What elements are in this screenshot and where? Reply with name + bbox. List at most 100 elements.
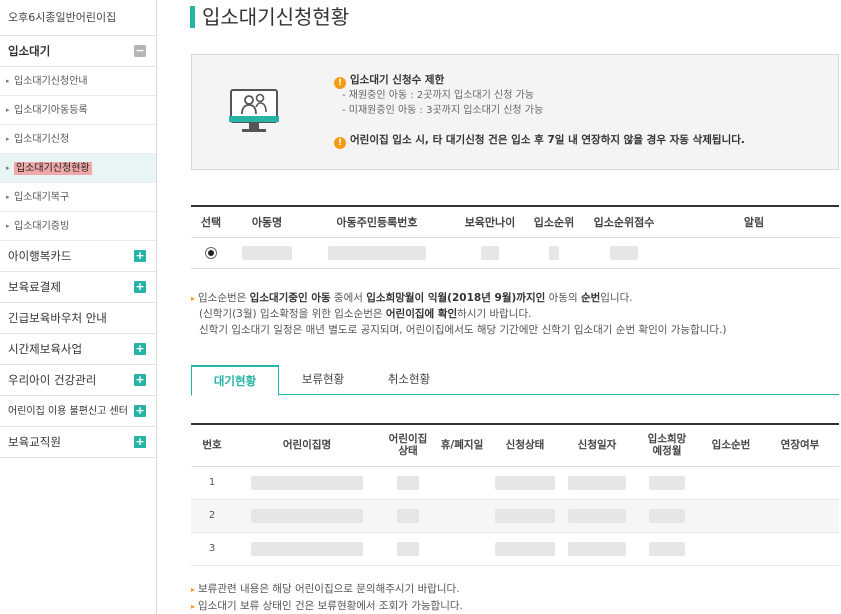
- row-number: 3: [191, 532, 233, 566]
- sidebar-section-label: 입소대기: [8, 44, 51, 58]
- col-header: 아동주민등록번호: [303, 206, 451, 238]
- expand-icon[interactable]: +: [134, 405, 146, 417]
- sidebar-section-label: 보육료결제: [8, 280, 61, 294]
- table-row[interactable]: 3: [191, 532, 839, 566]
- bullet-icon: ▸: [191, 585, 196, 594]
- warning-icon: !: [334, 137, 346, 149]
- chevron-right-icon: ▸: [6, 106, 10, 114]
- sidebar-item-label: 입소대기신청현황: [14, 162, 92, 175]
- sidebar-section-health[interactable]: 우리아이 건강관리 +: [0, 365, 156, 396]
- table-row[interactable]: 1: [191, 466, 839, 500]
- info-text-bold: 순번: [580, 292, 601, 304]
- row-number: 2: [191, 499, 233, 533]
- redacted-value: [397, 508, 419, 523]
- expand-icon[interactable]: +: [134, 343, 146, 355]
- redacted-value: [495, 541, 555, 556]
- redacted-value: [495, 508, 555, 523]
- redacted-value: [649, 541, 685, 556]
- col-header: 알림: [669, 206, 839, 238]
- sidebar-item-register[interactable]: ▸ 입소대기아동등록: [0, 96, 156, 125]
- sidebar-item-restore[interactable]: ▸ 입소대기복구: [0, 183, 156, 212]
- info-text: (신학기(3월) 입소확정을 위한 입소순번은: [199, 308, 386, 320]
- bottom-info: ▸ 보류관련 내용은 해당 어린이집으로 문의해주시기 바랍니다. ▸ 입소대기 보…: [191, 581, 463, 614]
- col-header: 휴/폐지일: [435, 424, 489, 467]
- sidebar-item-proof[interactable]: ▸ 입소대기증빙: [0, 212, 156, 241]
- child-table: 선택 아동명 아동주민등록번호 보육만나이 입소순위 입소순위점수 알림: [191, 205, 839, 269]
- chevron-right-icon: ▸: [6, 164, 10, 172]
- table-row[interactable]: 2: [191, 499, 839, 533]
- info-text: 신학기 입소대기 일정은 매년 별도로 공지되며, 어린이집에서도 해당 기간에…: [199, 324, 727, 336]
- redacted-value: [610, 245, 638, 260]
- sidebar-section-waiting[interactable]: 입소대기 −: [0, 36, 156, 67]
- redacted-value: [397, 475, 419, 490]
- sidebar-org-name[interactable]: 오후6시종일반어린이집: [0, 0, 156, 36]
- notice-line: - 재원중인 아동 : 2곳까지 입소대기 신청 가능: [342, 90, 534, 101]
- info-text: 중에서: [330, 292, 367, 304]
- monitor-person-icon: [229, 89, 279, 132]
- redacted-value: [481, 245, 499, 260]
- expand-icon[interactable]: +: [134, 374, 146, 386]
- col-header: 번호: [191, 424, 233, 467]
- sidebar-section-label: 아이행복카드: [8, 249, 72, 263]
- col-header: 입소순위: [529, 206, 579, 238]
- row-number: 1: [191, 466, 233, 500]
- info-text: 하시기 바랍니다.: [457, 308, 532, 320]
- sidebar-section-hourly[interactable]: 시간제보육사업 +: [0, 334, 156, 365]
- status-tabs: 대기현황 보류현황 취소현황: [191, 365, 839, 396]
- bullet-icon: ▸: [191, 602, 196, 611]
- redacted-value: [242, 245, 292, 260]
- expand-icon[interactable]: +: [134, 436, 146, 448]
- col-header: 입소희망 예정월: [633, 424, 701, 467]
- sidebar-item-label: 입소대기증빙: [14, 221, 70, 232]
- redacted-value: [495, 475, 555, 490]
- redacted-value: [649, 475, 685, 490]
- sidebar-section-staff[interactable]: 보육교직원 +: [0, 427, 156, 458]
- redacted-value: [251, 475, 363, 490]
- info-text: 입소대기 보류 상태인 건은 보류현황에서 조회가 가능합니다.: [198, 600, 463, 612]
- collapse-icon[interactable]: −: [134, 45, 146, 57]
- tab-waiting[interactable]: 대기현황: [191, 365, 279, 396]
- info-text-bold: 입소대기중인 아동: [249, 292, 331, 304]
- tab-on-hold[interactable]: 보류현황: [283, 365, 363, 395]
- sidebar-section-voucher[interactable]: 긴급보육바우처 안내: [0, 303, 156, 334]
- notice-line: - 미재원중인 아동 : 3곳까지 입소대기 신청 가능: [342, 105, 544, 116]
- notice-text: ! 입소대기 신청수 제한 - 재원중인 아동 : 2곳까지 입소대기 신청 가능…: [334, 73, 745, 149]
- tab-cancelled[interactable]: 취소현황: [369, 365, 449, 395]
- sidebar-item-apply[interactable]: ▸ 입소대기신청: [0, 125, 156, 154]
- info-text: 입니다.: [600, 292, 633, 304]
- expand-icon[interactable]: +: [134, 281, 146, 293]
- redacted-value: [568, 541, 626, 556]
- sidebar: 오후6시종일반어린이집 입소대기 − ▸ 입소대기신청안내 ▸ 입소대기아동등록 ▸…: [0, 0, 157, 614]
- info-block: ▸ 입소순번은 입소대기중인 아동 중에서 입소희망월이 익월(2018년 9월)…: [191, 290, 727, 338]
- chevron-right-icon: ▸: [6, 135, 10, 143]
- sidebar-item-guide[interactable]: ▸ 입소대기신청안내: [0, 67, 156, 96]
- notice-heading: 입소대기 신청수 제한: [350, 74, 445, 86]
- redacted-value: [251, 541, 363, 556]
- sidebar-section-complaint[interactable]: 어린이집 이용 불편신고 센터 +: [0, 396, 156, 427]
- sidebar-section-label: 긴급보육바우처 안내: [8, 311, 107, 325]
- page-title: 입소대기신청현황: [190, 4, 349, 30]
- redacted-value: [549, 245, 559, 260]
- redacted-value: [649, 508, 685, 523]
- bullet-icon: ▸: [191, 294, 196, 303]
- sidebar-item-label: 입소대기신청안내: [14, 76, 88, 87]
- col-header: 아동명: [231, 206, 303, 238]
- sidebar-item-label: 입소대기아동등록: [14, 105, 88, 116]
- col-header: 신청일자: [561, 424, 633, 467]
- sidebar-section-label: 어린이집 이용 불편신고 센터: [8, 406, 128, 417]
- expand-icon[interactable]: +: [134, 250, 146, 262]
- sidebar-item-label: 입소대기복구: [14, 192, 70, 203]
- sidebar-section-label: 우리아이 건강관리: [8, 373, 97, 387]
- col-header: 선택: [191, 206, 231, 238]
- info-text: 아동의: [545, 292, 581, 304]
- info-text-bold: 입소희망월이 익월(2018년 9월)까지인: [366, 292, 546, 304]
- table-row[interactable]: [191, 237, 839, 269]
- sidebar-section-card[interactable]: 아이행복카드 +: [0, 241, 156, 272]
- sidebar-item-status[interactable]: ▸ 입소대기신청현황: [0, 154, 156, 183]
- chevron-right-icon: ▸: [6, 193, 10, 201]
- select-radio[interactable]: [205, 247, 217, 259]
- main-content: 입소대기신청현황 ! 입소대기 신청수 제한 - 재원중인 아동 : 2곳까지 입…: [157, 0, 841, 614]
- chevron-right-icon: ▸: [6, 222, 10, 230]
- redacted-value: [328, 245, 426, 260]
- sidebar-section-payment[interactable]: 보육료결제 +: [0, 272, 156, 303]
